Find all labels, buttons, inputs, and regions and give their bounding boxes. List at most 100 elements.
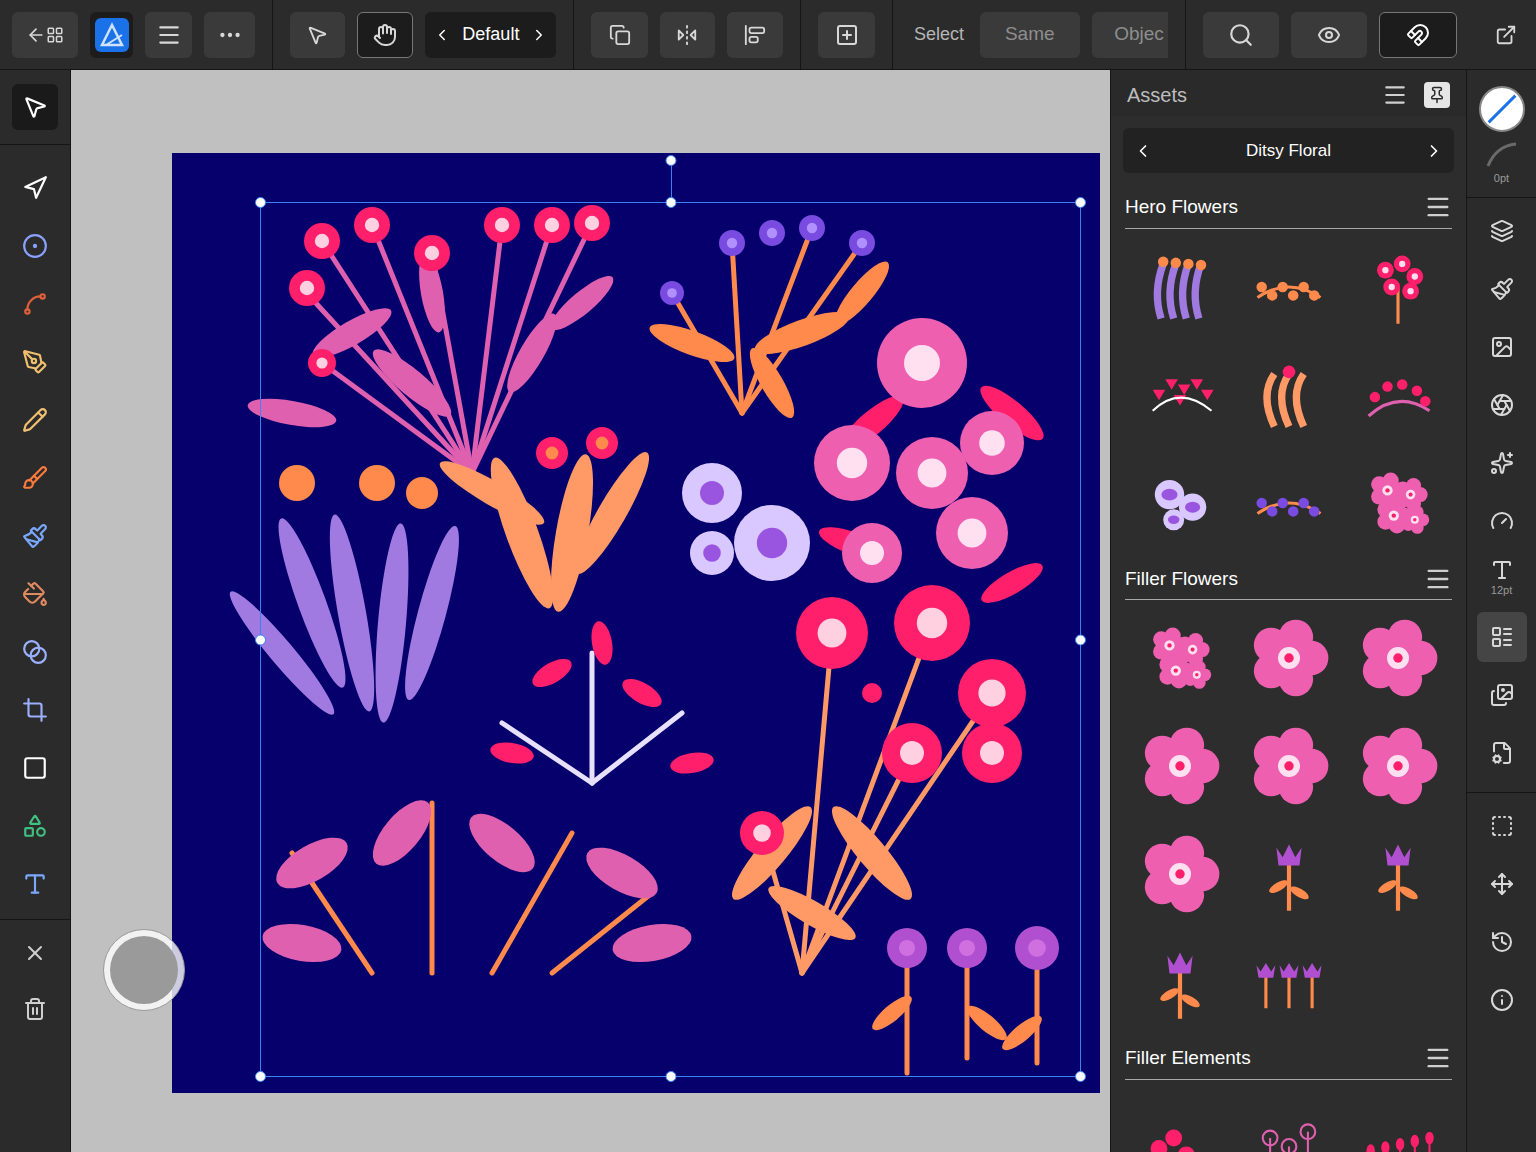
asset-item[interactable]	[1125, 449, 1234, 557]
text-styles-studio-button[interactable]: 12pt	[1477, 554, 1527, 604]
asset-item[interactable]	[1343, 604, 1452, 712]
select-object-button[interactable]: Objec	[1092, 12, 1168, 58]
brushes-studio-button[interactable]	[1477, 264, 1527, 314]
navigator-studio-button[interactable]	[1477, 322, 1527, 372]
tool-button[interactable]	[12, 745, 58, 791]
asset-item[interactable]	[1343, 341, 1452, 449]
stroke-swatch[interactable]: 0pt	[1482, 140, 1522, 187]
zoom-button[interactable]	[1203, 12, 1279, 58]
chevron-right-icon[interactable]	[1424, 141, 1444, 161]
resources-studio-button[interactable]	[1477, 728, 1527, 778]
asset-item[interactable]	[1234, 341, 1343, 449]
selection-handle[interactable]	[255, 1071, 266, 1082]
asset-item[interactable]	[1234, 712, 1343, 820]
help-studio-button[interactable]	[1477, 975, 1527, 1025]
section-header[interactable]: Filler Flowers	[1125, 565, 1452, 601]
arrange-button[interactable]	[591, 12, 648, 58]
more-button[interactable]	[204, 12, 255, 58]
effects-studio-button[interactable]	[1477, 438, 1527, 488]
selection-handle[interactable]	[255, 197, 266, 208]
asset-item[interactable]	[1343, 820, 1452, 928]
section-menu-icon[interactable]	[1424, 193, 1452, 221]
asset-item[interactable]	[1125, 233, 1234, 341]
tool-button[interactable]	[12, 397, 58, 443]
tool-button[interactable]	[12, 84, 58, 130]
selection-handle[interactable]	[255, 634, 266, 645]
styles-studio-button[interactable]	[1477, 496, 1527, 546]
close-button[interactable]	[12, 930, 58, 976]
asset-item[interactable]	[1234, 233, 1343, 341]
selection-handle[interactable]	[665, 197, 676, 208]
asset-item[interactable]	[1125, 928, 1234, 1036]
stock-studio-button[interactable]	[1477, 670, 1527, 720]
tool-button[interactable]	[12, 339, 58, 385]
asset-item[interactable]	[1343, 449, 1452, 557]
document[interactable]	[172, 153, 1100, 1093]
chevron-left-icon[interactable]	[433, 26, 451, 44]
snapping-button[interactable]	[1379, 12, 1457, 58]
canvas[interactable]	[71, 70, 1110, 1152]
asset-item[interactable]	[1125, 1084, 1234, 1152]
asset-item[interactable]	[1125, 341, 1234, 449]
insert-button[interactable]	[818, 12, 875, 58]
asset-item[interactable]	[1234, 604, 1343, 712]
asset-item[interactable]	[1234, 1084, 1343, 1152]
style-picker[interactable]: Default	[425, 12, 556, 58]
appearance-studio-button[interactable]	[1477, 380, 1527, 430]
delete-button[interactable]	[12, 986, 58, 1032]
select-same-button[interactable]: Same	[980, 12, 1080, 58]
tool-button[interactable]	[12, 513, 58, 559]
tool-button[interactable]	[12, 281, 58, 327]
transform-studio-button[interactable]	[1477, 801, 1527, 851]
snapping-studio-button[interactable]	[1477, 859, 1527, 909]
tool-button[interactable]	[12, 571, 58, 617]
selection-handle[interactable]	[1075, 1071, 1086, 1082]
selection-box[interactable]	[260, 202, 1081, 1077]
asset-item[interactable]	[1234, 820, 1343, 928]
section-menu-icon[interactable]	[1424, 565, 1452, 593]
appearance-icon	[1490, 393, 1514, 417]
persona-button[interactable]	[90, 12, 133, 58]
category-picker[interactable]: Ditsy Floral	[1123, 128, 1454, 173]
asset-item[interactable]	[1343, 712, 1452, 820]
asset-item[interactable]	[1125, 820, 1234, 928]
tool-button[interactable]	[12, 455, 58, 501]
selection-handle[interactable]	[665, 1071, 676, 1082]
floral-artwork[interactable]	[172, 153, 1100, 1093]
flip-button[interactable]	[660, 12, 715, 58]
hand-mode-button[interactable]	[357, 12, 414, 58]
history-studio-button[interactable]	[1477, 917, 1527, 967]
asset-item[interactable]	[1234, 449, 1343, 557]
panel-menu-icon[interactable]	[1382, 82, 1408, 108]
tool-button[interactable]	[12, 165, 58, 211]
menu-button[interactable]	[145, 12, 192, 58]
section-header[interactable]: Filler Elements	[1125, 1044, 1452, 1080]
view-mode-button[interactable]	[1291, 12, 1367, 58]
asset-item[interactable]	[1125, 604, 1234, 712]
tool-button[interactable]	[12, 629, 58, 675]
align-button[interactable]	[727, 12, 784, 58]
chevron-left-icon[interactable]	[1133, 141, 1153, 161]
assets-studio-button[interactable]	[1477, 612, 1527, 662]
tool-button[interactable]	[12, 223, 58, 269]
select-tool-button[interactable]	[290, 12, 345, 58]
section-menu-icon[interactable]	[1424, 1044, 1452, 1072]
export-button[interactable]	[1481, 12, 1530, 58]
command-controller[interactable]	[103, 929, 185, 1011]
selection-handle[interactable]	[665, 155, 676, 166]
selection-handle[interactable]	[1075, 197, 1086, 208]
tool-button[interactable]	[12, 687, 58, 733]
layers-studio-button[interactable]	[1477, 206, 1527, 256]
section-header[interactable]: Hero Flowers	[1125, 193, 1452, 229]
chevron-right-icon[interactable]	[530, 26, 548, 44]
fill-swatch[interactable]	[1479, 86, 1525, 132]
asset-item[interactable]	[1234, 928, 1343, 1036]
back-button[interactable]	[12, 12, 78, 58]
asset-item[interactable]	[1125, 712, 1234, 820]
tool-button[interactable]	[12, 803, 58, 849]
asset-item[interactable]	[1343, 1084, 1452, 1152]
asset-item[interactable]	[1343, 233, 1452, 341]
selection-handle[interactable]	[1075, 634, 1086, 645]
tool-button[interactable]	[12, 861, 58, 907]
pin-button[interactable]	[1424, 82, 1450, 108]
